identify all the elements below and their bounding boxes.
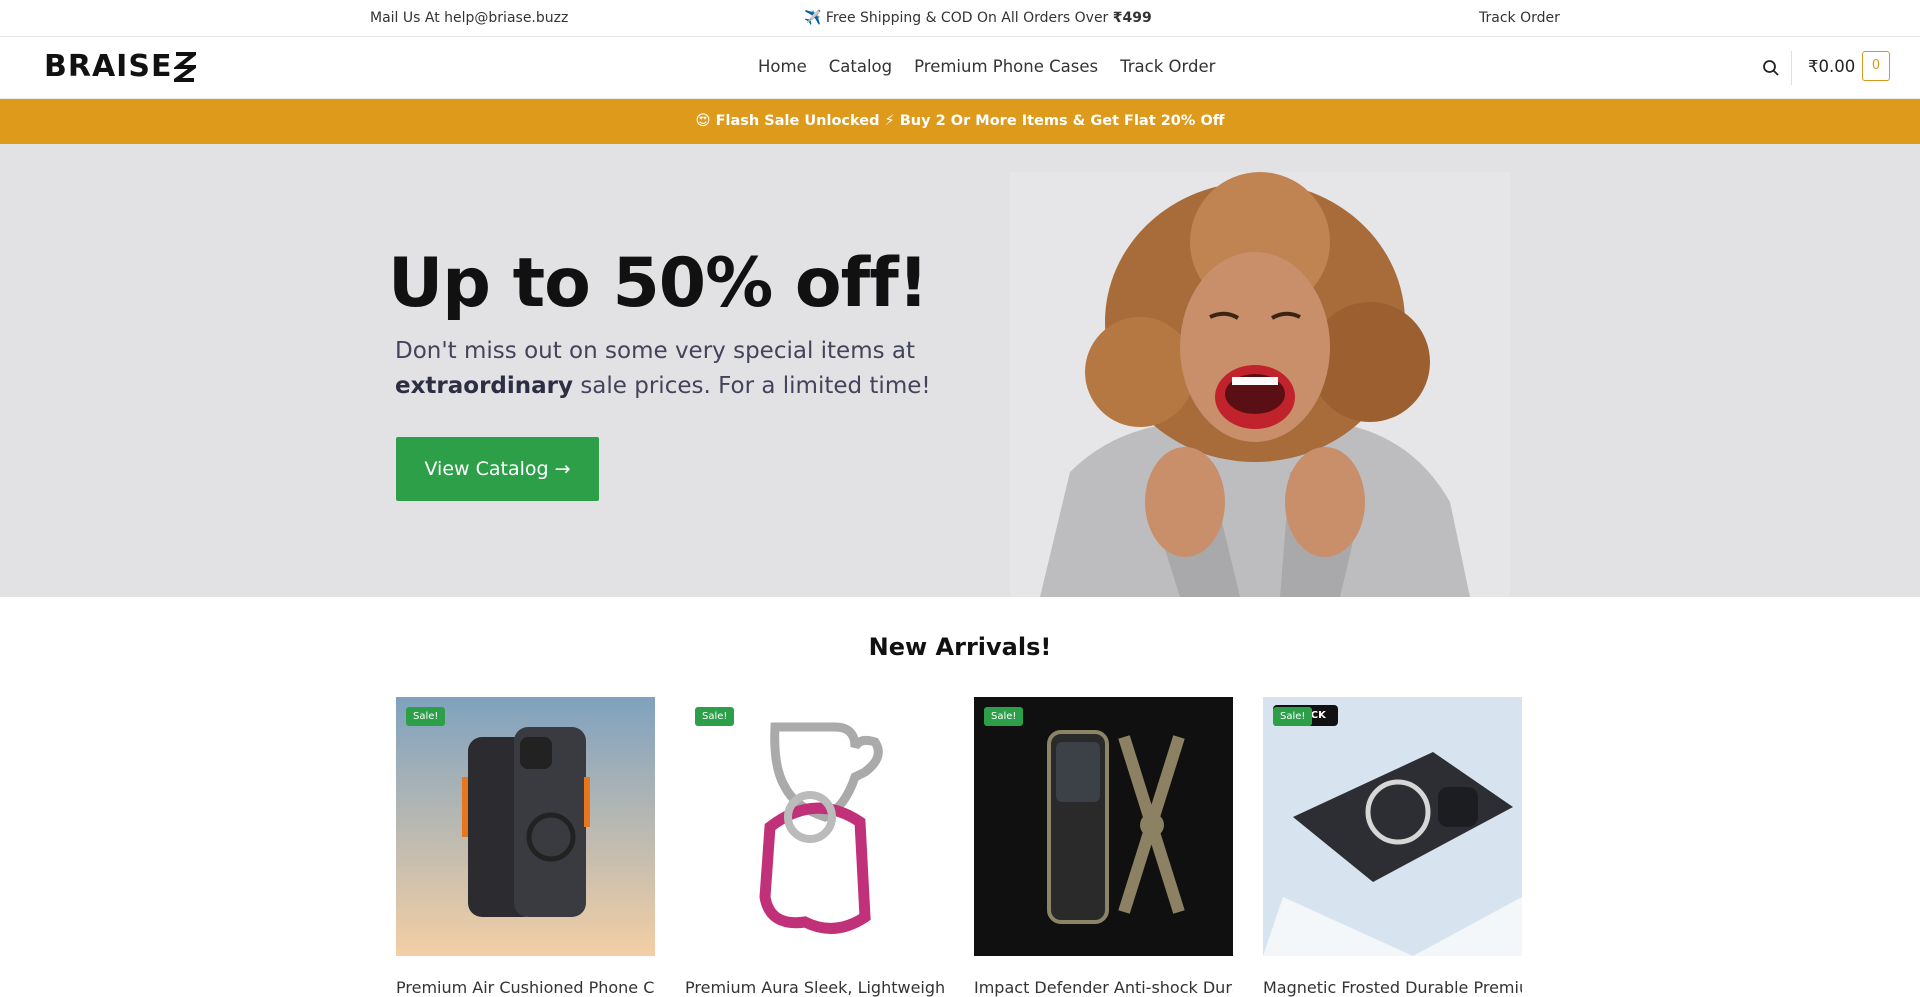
mail-info[interactable]: Mail Us At help@briase.buzz — [370, 10, 568, 26]
hero-model-image — [1010, 172, 1510, 597]
logo-text: BRAISE — [44, 49, 173, 84]
sale-badge: Sale! — [1273, 707, 1313, 726]
cart-count-badge[interactable]: 0 — [1862, 51, 1890, 81]
nav-premium-phone-cases[interactable]: Premium Phone Cases — [914, 57, 1098, 76]
hero-text: Don't miss out on some very special item… — [395, 334, 995, 404]
shipping-amount: ₹499 — [1112, 10, 1152, 26]
nav-home[interactable]: Home — [758, 57, 807, 76]
view-catalog-button[interactable]: View Catalog → — [396, 437, 599, 501]
product-card[interactable]: Sale! Premium Aura Sleek, Lightweight & — [685, 697, 944, 997]
product-name[interactable]: Premium Aura Sleek, Lightweight & — [685, 978, 944, 997]
main-nav: Home Catalog Premium Phone Cases Track O… — [758, 57, 1237, 76]
cart-total[interactable]: ₹0.00 — [1808, 57, 1855, 76]
sale-badge: Sale! — [984, 707, 1024, 726]
search-icon[interactable] — [1762, 59, 1780, 77]
product-card[interactable]: Sale! Impact Defender Anti-shock Durable — [974, 697, 1233, 997]
product-card[interactable]: ACK Sale! Magnetic Frosted Durable Premi… — [1263, 697, 1522, 997]
product-image[interactable] — [974, 697, 1233, 956]
sale-badge: Sale! — [406, 707, 446, 726]
product-image[interactable] — [1263, 697, 1522, 956]
header-divider — [1791, 51, 1792, 85]
product-card[interactable]: Sale! Premium Air Cushioned Phone Case — [396, 697, 655, 997]
site-logo[interactable]: BRAISE — [44, 49, 197, 84]
nav-track-order[interactable]: Track Order — [1120, 57, 1215, 76]
product-name[interactable]: Impact Defender Anti-shock Durable — [974, 978, 1233, 997]
shipping-text: ✈️ Free Shipping & COD On All Orders Ove… — [804, 10, 1113, 26]
product-image[interactable] — [396, 697, 655, 956]
site-header: BRAISE Home Catalog Premium Phone Cases … — [0, 37, 1920, 99]
hero-text-bold: extraordinary — [395, 373, 574, 399]
product-name[interactable]: Premium Air Cushioned Phone Case — [396, 978, 655, 997]
top-track-order-link[interactable]: Track Order — [1479, 10, 1560, 26]
nav-catalog[interactable]: Catalog — [829, 57, 892, 76]
product-name[interactable]: Magnetic Frosted Durable Premium — [1263, 978, 1522, 997]
hero-text-end: sale prices. For a limited time! — [573, 373, 931, 399]
top-info-bar: Mail Us At help@briase.buzz ✈️ Free Ship… — [0, 0, 1920, 37]
flash-sale-banner: 😍 Flash Sale Unlocked ⚡ Buy 2 Or More It… — [0, 99, 1920, 144]
new-arrivals-title: New Arrivals! — [868, 633, 1052, 661]
product-image[interactable] — [685, 697, 944, 956]
logo-z-mark-icon — [174, 52, 197, 82]
shipping-info: ✈️ Free Shipping & COD On All Orders Ove… — [804, 10, 1152, 26]
product-grid: Sale! Premium Air Cushioned Phone Case S… — [396, 697, 1522, 997]
hero-title: Up to 50% off! — [388, 244, 929, 323]
hero-section: Up to 50% off! Don't miss out on some ve… — [0, 144, 1920, 597]
hero-text-start: Don't miss out on some very special item… — [395, 338, 916, 364]
sale-badge: Sale! — [695, 707, 735, 726]
